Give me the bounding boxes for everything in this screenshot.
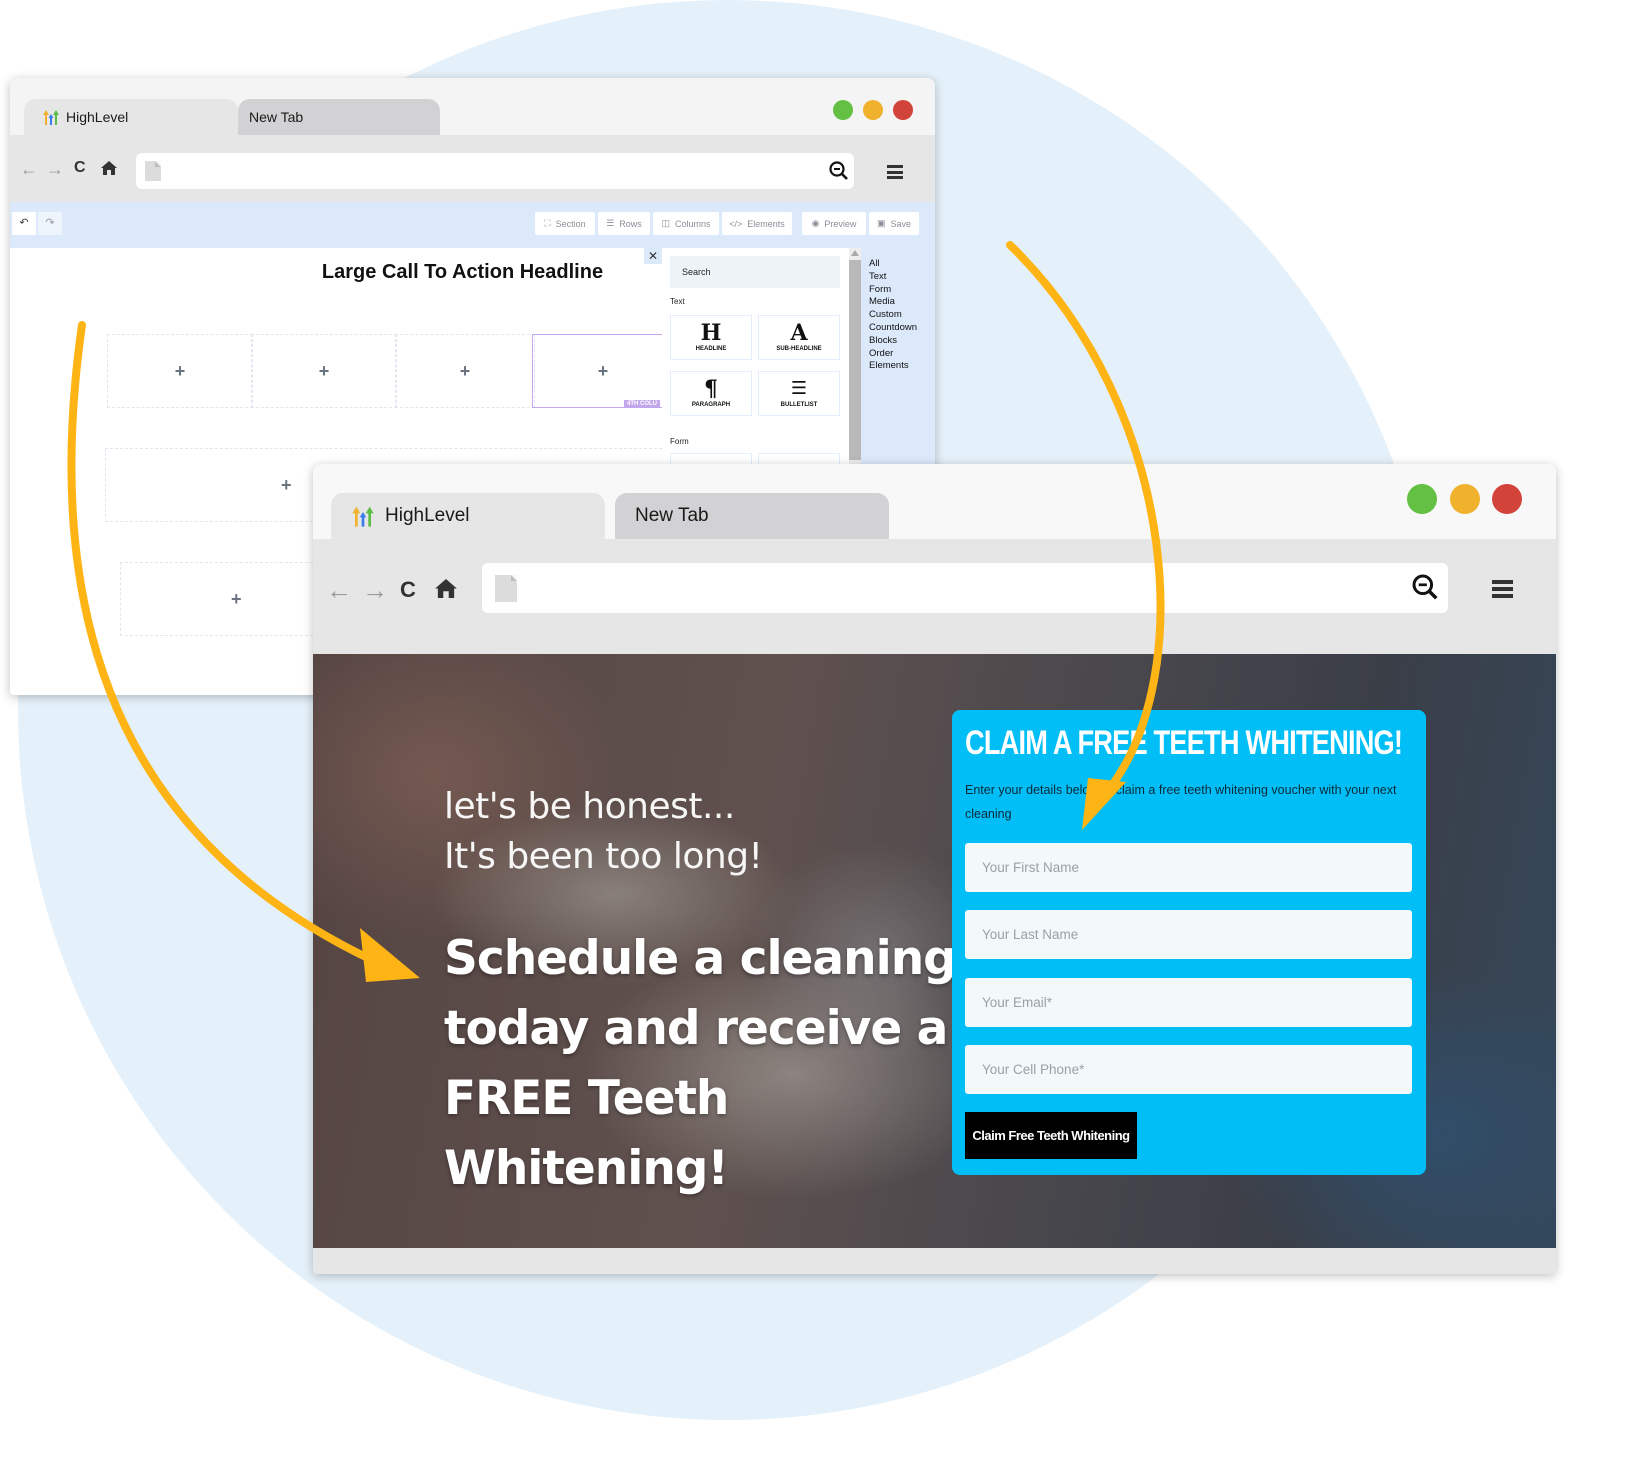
element-sub-headline[interactable]: A SUB-HEADLINE [758, 315, 840, 360]
bulletlist-icon: ☰ [790, 378, 808, 399]
address-bar[interactable] [136, 153, 854, 189]
zoom-out-icon[interactable] [1412, 574, 1439, 606]
email-field[interactable] [965, 978, 1412, 1027]
lead-form: CLAIM A FREE TEETH WHITENING! Enter your… [952, 710, 1426, 1175]
elements-search-input[interactable]: Search [670, 256, 840, 288]
cta-headline[interactable]: Large Call To Action Headline [310, 261, 615, 284]
home-icon[interactable] [435, 579, 457, 603]
tab-label: HighLevel [66, 109, 129, 125]
section-icon: ⛶ [544, 218, 551, 228]
first-name-field[interactable] [965, 843, 1412, 892]
section-button[interactable]: ⛶ Section [535, 212, 595, 235]
add-column-3-button[interactable]: + [395, 334, 535, 408]
tab-label: HighLevel [385, 505, 470, 526]
sub-headline-icon: A [790, 320, 808, 346]
tab-strip: HighLevel New Tab [313, 464, 1556, 539]
section-title-form: Form [670, 437, 689, 446]
category-item[interactable]: Countdown [869, 322, 935, 335]
element-paragraph[interactable]: ¶ PARAGRAPH [670, 371, 752, 416]
arrow-left-icon[interactable]: ← [326, 575, 352, 606]
intro-line-2: It's been too long! [444, 836, 763, 877]
maximize-button[interactable] [833, 100, 853, 120]
element-bulletlist[interactable]: ☰ BULLETLIST [758, 371, 840, 416]
rows-icon: ☰ [606, 218, 615, 228]
window-bottom-bar [313, 1248, 1556, 1274]
tab-label: New Tab [249, 109, 304, 125]
tab-highlevel[interactable]: HighLevel [331, 493, 605, 539]
hero-headline: Schedule a cleaning today and receive a … [444, 931, 957, 1196]
tab-highlevel[interactable]: HighLevel [24, 99, 238, 135]
category-item[interactable]: Custom [869, 309, 935, 322]
columns-button[interactable]: ◫ Columns [653, 212, 719, 235]
headline-icon: H [700, 320, 722, 346]
undo-icon[interactable]: ↶ [12, 212, 36, 235]
section-title-text: Text [670, 297, 685, 306]
category-item[interactable]: Media [869, 296, 935, 309]
columns-icon: ◫ [661, 218, 670, 228]
tab-strip: HighLevel New Tab [10, 78, 935, 135]
minimize-button[interactable] [1450, 484, 1480, 514]
close-button[interactable] [1492, 484, 1522, 514]
category-item[interactable]: Form [869, 284, 935, 297]
eye-icon: ◉ [811, 218, 820, 228]
arrow-right-icon[interactable]: → [362, 575, 388, 606]
tab-new-tab[interactable]: New Tab [230, 99, 440, 135]
selected-column-badge: 4TH COLU [624, 400, 660, 408]
tab-new-tab[interactable]: New Tab [605, 493, 889, 539]
close-button[interactable] [893, 100, 913, 120]
reload-icon[interactable]: C [400, 577, 416, 603]
save-button[interactable]: ▣ Save [869, 212, 919, 235]
intro-line-1: let's be honest... [444, 786, 735, 827]
page-icon [145, 161, 161, 181]
address-bar[interactable] [482, 563, 1448, 613]
code-icon: </> [729, 218, 743, 229]
highlevel-logo-icon [351, 505, 375, 527]
paragraph-icon: ¶ [704, 376, 718, 402]
hero-section: let's be honest... It's been too long! S… [313, 654, 1556, 1248]
minimize-button[interactable] [863, 100, 883, 120]
category-item[interactable]: Text [869, 271, 935, 284]
category-item[interactable]: All [869, 258, 935, 271]
arrow-right-icon[interactable]: → [46, 159, 64, 180]
close-panel-icon[interactable]: ✕ [644, 248, 662, 264]
rows-button[interactable]: ☰ Rows [598, 212, 650, 235]
form-subtitle: Enter your details below to claim a free… [965, 783, 1397, 821]
redo-icon[interactable]: ↷ [38, 212, 62, 235]
page-icon [495, 575, 517, 602]
claim-submit-button[interactable]: Claim Free Teeth Whitening [965, 1112, 1137, 1159]
zoom-out-icon[interactable] [829, 161, 849, 186]
landing-page-browser-window: HighLevel New Tab ← → C let's be honest.… [313, 464, 1556, 1274]
save-icon: ▣ [876, 218, 886, 228]
home-icon[interactable] [101, 161, 117, 180]
browser-toolbar: ← → C [10, 135, 935, 202]
tab-label: New Tab [635, 505, 709, 526]
add-column-1-button[interactable]: + [107, 334, 253, 408]
hero-intro: let's be honest... It's been too long! [444, 782, 763, 882]
maximize-button[interactable] [1407, 484, 1437, 514]
hamburger-menu-icon[interactable] [887, 165, 903, 179]
scroll-up-icon[interactable] [851, 250, 859, 256]
form-title: CLAIM A FREE TEETH WHITENING! [965, 724, 1403, 762]
add-column-2-button[interactable]: + [251, 334, 397, 408]
hamburger-menu-icon[interactable] [1492, 580, 1513, 598]
category-item[interactable]: Order [869, 348, 935, 361]
cell-phone-field[interactable] [965, 1045, 1412, 1094]
preview-button[interactable]: ◉ Preview [802, 212, 866, 235]
elements-button[interactable]: </> Elements [722, 212, 792, 235]
element-headline[interactable]: H HEADLINE [670, 315, 752, 360]
builder-toolbar: ↶ ↷ ⛶ Section ☰ Rows ◫ Columns </> Elements … [10, 202, 935, 248]
add-column-4-button[interactable]: + [532, 334, 674, 408]
reload-icon[interactable]: C [74, 159, 86, 177]
browser-toolbar: ← → C [313, 539, 1556, 654]
category-item[interactable]: Elements [869, 360, 935, 373]
highlevel-logo-icon [42, 109, 60, 125]
last-name-field[interactable] [965, 910, 1412, 959]
category-item[interactable]: Blocks [869, 335, 935, 348]
scrollbar-thumb[interactable] [849, 260, 861, 460]
arrow-left-icon[interactable]: ← [20, 159, 38, 180]
